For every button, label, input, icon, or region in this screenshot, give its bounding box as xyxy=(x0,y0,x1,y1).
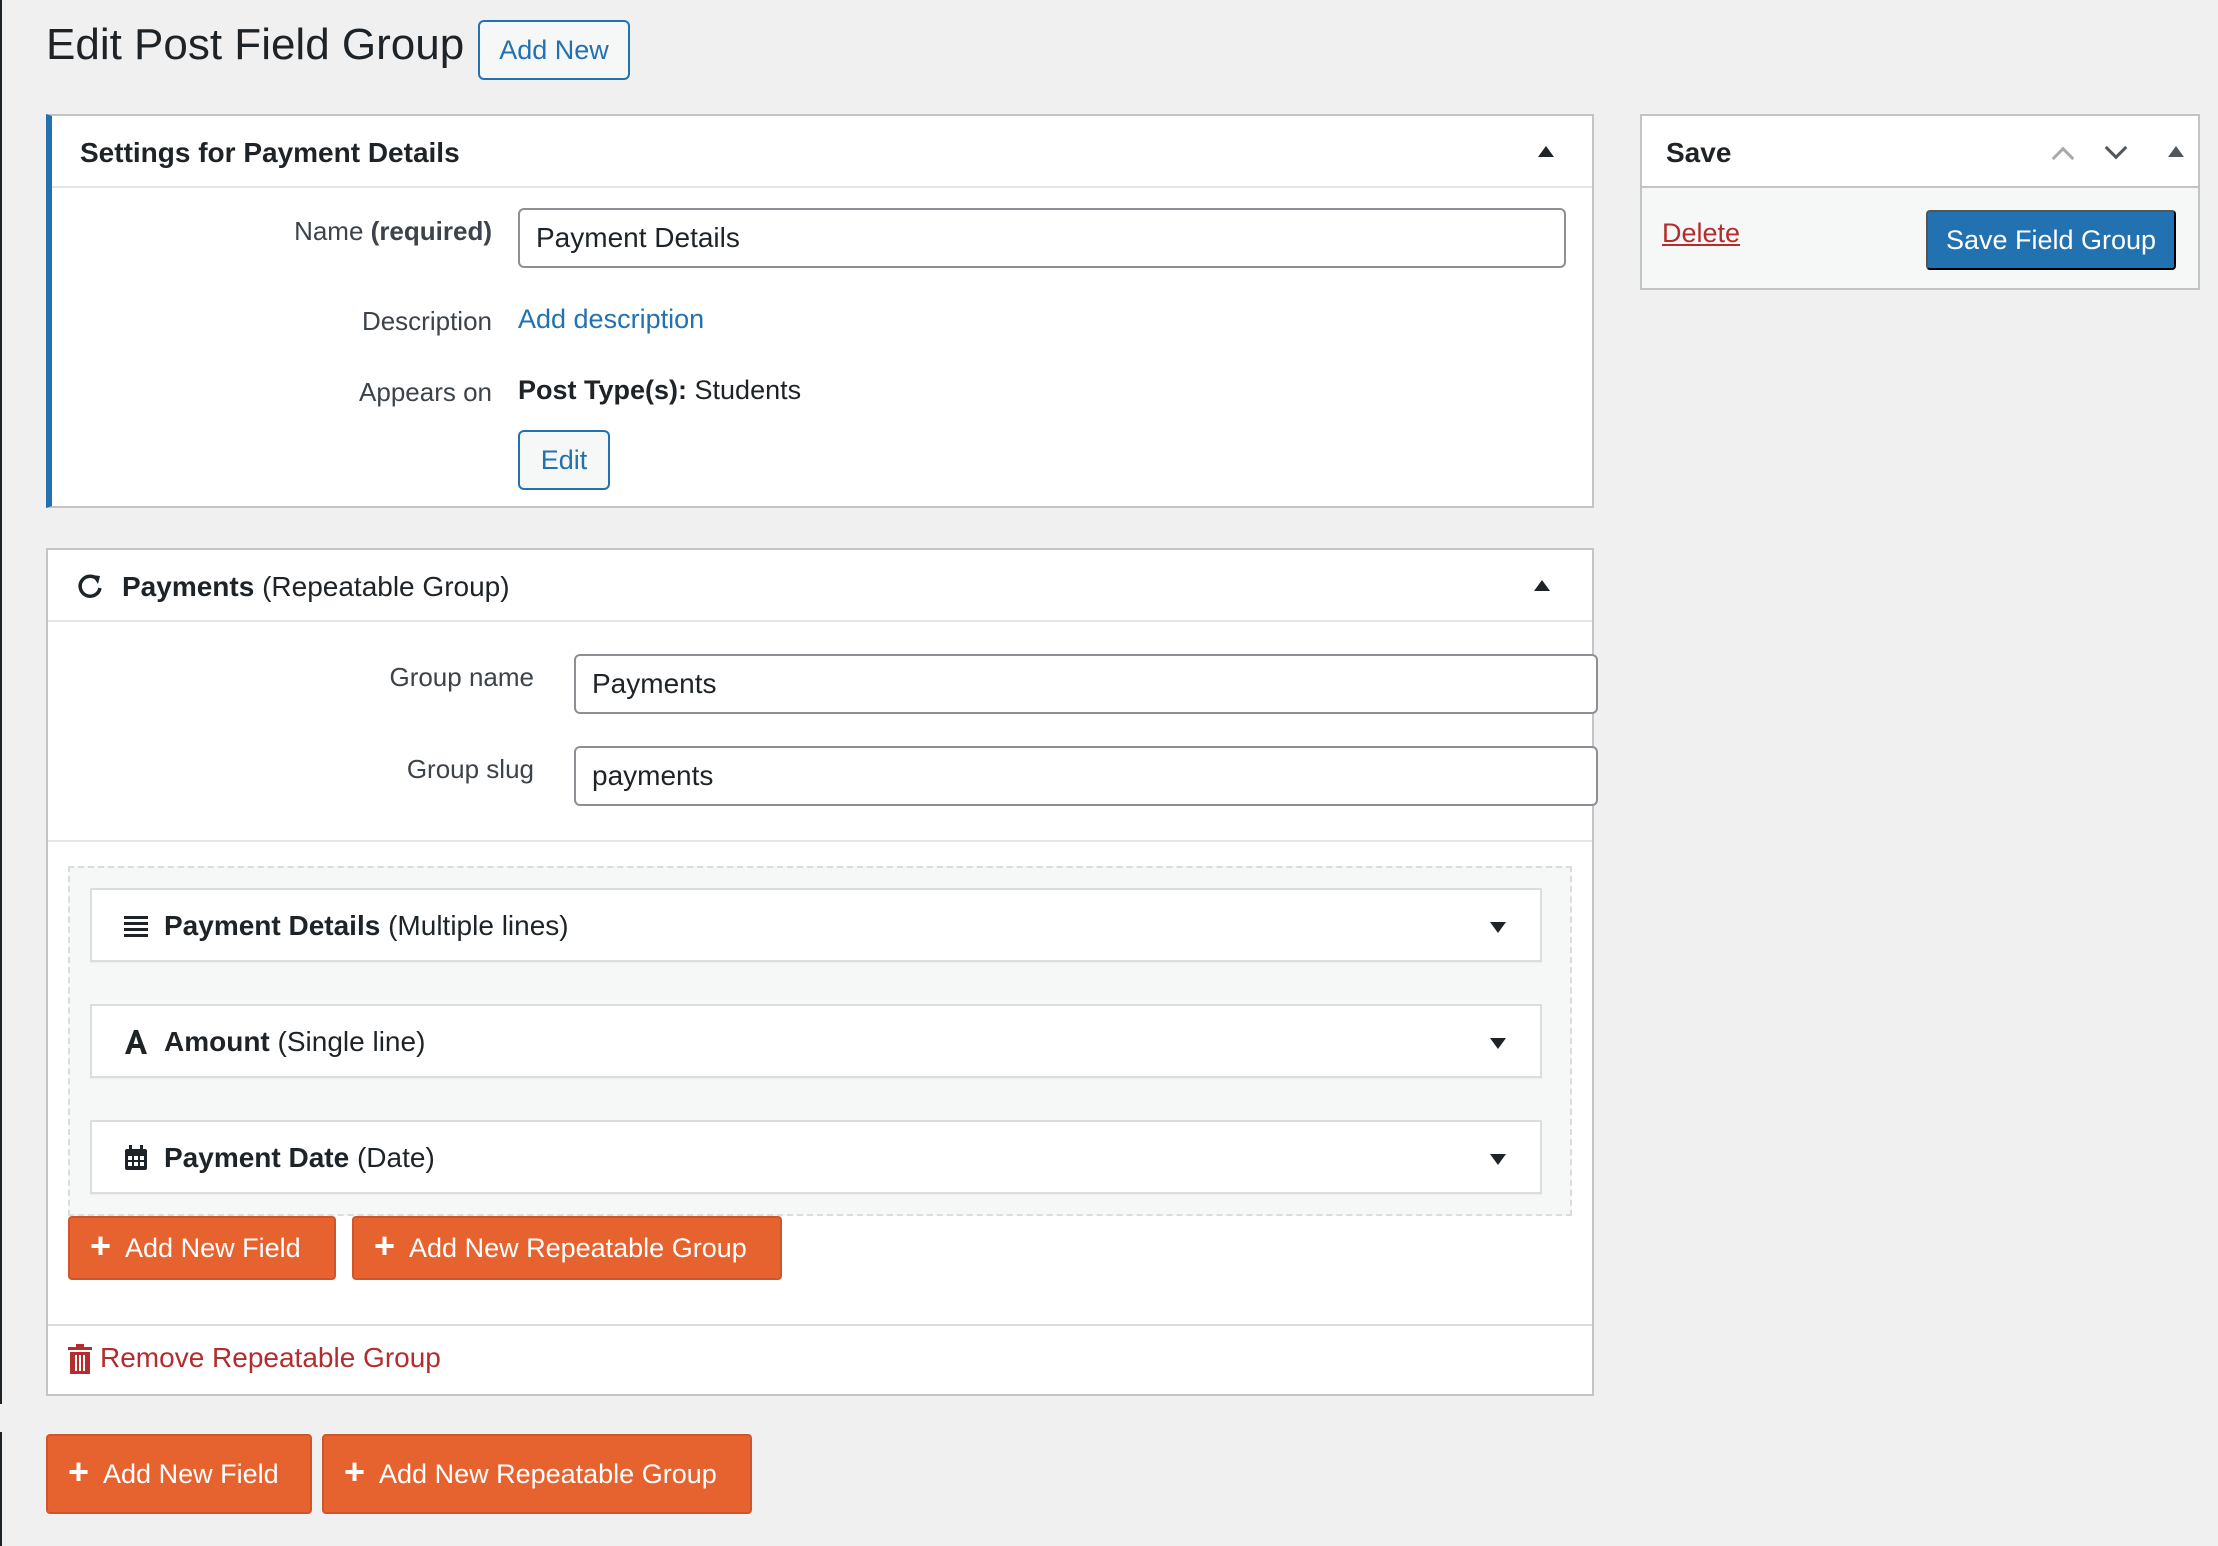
add-new-field-button[interactable]: + Add New Field xyxy=(46,1434,312,1514)
admin-sidebar-edge xyxy=(0,0,2,1404)
appears-on-value: Post Type(s): Students xyxy=(518,375,801,406)
post-types-label: Post Type(s): xyxy=(518,375,688,405)
field-row-payment-details[interactable]: Payment Details (Multiple lines) xyxy=(90,888,1542,962)
fields-list: Payment Details (Multiple lines) Amount … xyxy=(68,866,1572,1216)
post-types-value: Students xyxy=(694,375,802,405)
remove-repeatable-group-link[interactable]: Remove Repeatable Group xyxy=(100,1342,441,1374)
page-title: Edit Post Field Group xyxy=(46,20,465,69)
move-up-icon[interactable] xyxy=(2051,146,2075,170)
group-slug-input[interactable]: payments xyxy=(574,746,1598,806)
group-add-new-field-button[interactable]: + Add New Field xyxy=(68,1216,336,1280)
group-divider xyxy=(48,840,1592,842)
collapse-toggle-icon[interactable] xyxy=(1534,580,1550,591)
settings-panel: Settings for Payment Details Name (requi… xyxy=(46,114,1594,508)
admin-sidebar-edge-lower xyxy=(0,1432,2,1546)
field-row-amount[interactable]: Amount (Single line) xyxy=(90,1004,1542,1078)
multiple-lines-icon xyxy=(124,916,148,937)
refresh-icon xyxy=(78,574,102,598)
field-label: Payment Details (Multiple lines) xyxy=(164,910,569,941)
description-label: Description xyxy=(361,306,492,336)
group-add-repeatable-group-button[interactable]: + Add New Repeatable Group xyxy=(352,1216,782,1280)
collapse-toggle-icon[interactable] xyxy=(2168,146,2184,157)
save-panel-body: Delete Save Field Group xyxy=(1642,188,2198,288)
trash-icon[interactable] xyxy=(68,1344,92,1374)
repeatable-group-title: Payments (Repeatable Group) xyxy=(122,571,510,602)
repeatable-group-header[interactable]: Payments (Repeatable Group) xyxy=(48,550,1592,622)
field-label: Payment Date (Date) xyxy=(164,1142,435,1173)
expand-field-icon[interactable] xyxy=(1490,1154,1506,1165)
group-footer-divider xyxy=(48,1324,1592,1326)
plus-icon: + xyxy=(90,1225,112,1266)
appears-on-label: Appears on xyxy=(359,377,492,407)
collapse-toggle-icon[interactable] xyxy=(1538,146,1554,157)
group-slug-label: Group slug xyxy=(406,754,534,784)
field-label: Amount (Single line) xyxy=(164,1026,426,1057)
name-label: Name (required) xyxy=(294,216,492,246)
settings-panel-title: Settings for Payment Details xyxy=(80,137,460,168)
settings-panel-header[interactable]: Settings for Payment Details xyxy=(52,116,1592,188)
edit-appears-on-button[interactable]: Edit xyxy=(518,430,610,490)
plus-icon: + xyxy=(344,1451,366,1492)
add-new-button[interactable]: Add New xyxy=(478,20,630,80)
group-name-label: Group name xyxy=(389,662,534,692)
save-panel: Save Delete Save Field Group xyxy=(1640,114,2200,290)
repeatable-group-panel: Payments (Repeatable Group) Group name P… xyxy=(46,548,1598,1396)
add-description-link[interactable]: Add description xyxy=(518,304,704,335)
delete-link[interactable]: Delete xyxy=(1662,218,1740,249)
group-name-input[interactable]: Payments xyxy=(574,654,1598,714)
add-new-repeatable-group-button[interactable]: + Add New Repeatable Group xyxy=(322,1434,752,1514)
expand-field-icon[interactable] xyxy=(1490,1038,1506,1049)
single-line-icon xyxy=(125,1030,147,1054)
plus-icon: + xyxy=(374,1225,396,1266)
expand-field-icon[interactable] xyxy=(1490,922,1506,933)
save-panel-title: Save xyxy=(1666,137,1732,168)
calendar-icon xyxy=(125,1145,147,1170)
field-row-payment-date[interactable]: Payment Date (Date) xyxy=(90,1120,1542,1194)
move-down-icon[interactable] xyxy=(2104,136,2128,160)
save-panel-header: Save xyxy=(1642,116,2198,188)
plus-icon: + xyxy=(68,1451,90,1492)
save-field-group-button[interactable]: Save Field Group xyxy=(1926,210,2176,270)
name-input[interactable]: Payment Details xyxy=(518,208,1566,268)
